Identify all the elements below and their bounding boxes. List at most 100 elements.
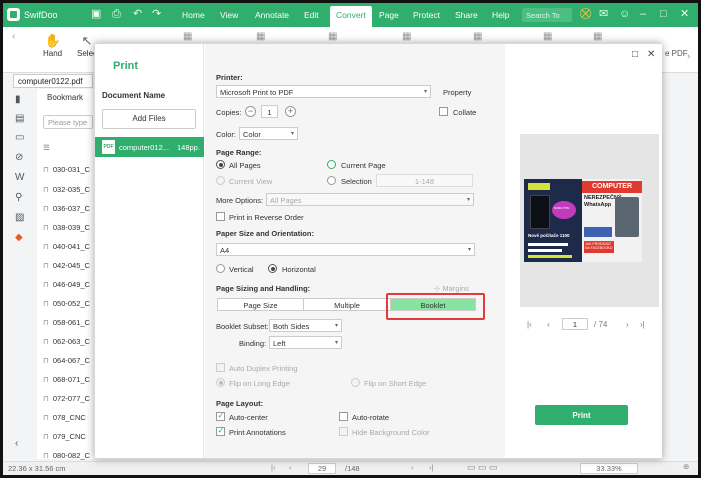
chevron-right-icon[interactable]: ›	[687, 51, 690, 62]
decrease-copies-button[interactable]: −	[245, 106, 256, 117]
menu-view[interactable]: View	[220, 10, 238, 20]
hide-background-checkbox[interactable]	[339, 427, 348, 436]
maximize-icon[interactable]: □	[632, 49, 638, 60]
cart-icon[interactable]: ⛒	[580, 8, 591, 21]
list-item[interactable]: ⊓ 068-071_C	[43, 375, 90, 384]
zoom-in-icon[interactable]: ⊕	[683, 462, 689, 471]
print-icon[interactable]: ⎙	[112, 8, 121, 21]
list-item[interactable]: ⊓ 078_CNC	[43, 413, 86, 422]
search-input[interactable]: Search To	[522, 8, 572, 22]
zoom-input[interactable]: 33.33%	[580, 463, 638, 474]
list-item[interactable]: ⊓ 042-045_C	[43, 261, 90, 270]
list-item[interactable]: ⊓ 032-035_C	[43, 185, 90, 194]
vertical-radio[interactable]	[216, 264, 225, 273]
first-page-icon[interactable]: |‹	[527, 320, 532, 329]
title-bar: SwifDoo ▣ ⎙ ↶ ↷ Home View Annotate Edit …	[3, 3, 698, 27]
gift-icon[interactable]: ◆	[15, 232, 23, 243]
search-icon[interactable]: ⚲	[15, 192, 22, 203]
file-tab[interactable]: computer0122.pdf	[13, 74, 93, 88]
menu-convert[interactable]: Convert	[330, 6, 372, 27]
flip-short-radio[interactable]	[351, 378, 360, 387]
reverse-order-checkbox[interactable]	[216, 212, 225, 221]
list-item[interactable]: ⊓ 038-039_C	[43, 223, 90, 232]
last-page-icon[interactable]: ›|	[640, 320, 645, 329]
menu-share[interactable]: Share	[455, 10, 478, 20]
preview-page-input[interactable]: 1	[562, 318, 588, 330]
mail-icon[interactable]: ✉	[599, 8, 608, 21]
menu-home[interactable]: Home	[182, 10, 205, 20]
close-icon[interactable]: ✕	[680, 8, 689, 21]
collate-checkbox[interactable]	[439, 107, 448, 116]
print-annotations-checkbox[interactable]	[216, 426, 225, 436]
hand-tool[interactable]: ✋ Hand	[43, 33, 62, 58]
color-label: Color:	[216, 130, 237, 139]
redo-icon[interactable]: ↷	[152, 8, 161, 21]
auto-duplex-checkbox[interactable]	[216, 363, 225, 372]
list-item[interactable]: ⊓ 064-067_C	[43, 356, 90, 365]
color-select[interactable]: Color ▾	[239, 127, 298, 140]
page-number-input[interactable]: 29	[308, 463, 336, 474]
margins-link[interactable]: ⊹ Margins	[434, 284, 469, 293]
list-item[interactable]: ⊓ 046-049_C	[43, 280, 90, 289]
bookmark-icon[interactable]: ▮	[15, 94, 21, 105]
maximize-icon[interactable]: □	[660, 8, 667, 21]
attachment-icon[interactable]: ⊘	[15, 152, 23, 163]
next-page-icon[interactable]: ›	[626, 320, 629, 329]
menu-annotate[interactable]: Annotate	[255, 10, 289, 20]
list-item[interactable]: ⊓ 072-077_C	[43, 394, 90, 403]
minimize-icon[interactable]: –	[640, 8, 646, 21]
auto-rotate-checkbox[interactable]	[339, 412, 348, 421]
binding-select[interactable]: Left ▾	[269, 336, 342, 349]
next-page-icon[interactable]: ›	[411, 463, 414, 472]
list-item[interactable]: ⊓ 079_CNC	[43, 432, 86, 441]
printer-select[interactable]: Microsoft Print to PDF ▾	[216, 85, 431, 98]
account-icon[interactable]: ☺	[619, 8, 630, 21]
bookmark-toolbar-icon[interactable]: ☰	[43, 143, 50, 152]
menu-page[interactable]: Page	[379, 10, 399, 20]
all-pages-radio[interactable]	[216, 160, 225, 169]
bookmark-search-input[interactable]: Please type	[43, 115, 93, 129]
booklet-subset-select[interactable]: Both Sides ▾	[269, 319, 342, 332]
more-options-select[interactable]: All Pages ▾	[266, 193, 474, 206]
selection-radio[interactable]	[327, 176, 336, 185]
view-mode-icon[interactable]: ▭ ▭ ▭	[467, 462, 498, 473]
menu-edit[interactable]: Edit	[304, 10, 319, 20]
menu-help[interactable]: Help	[492, 10, 509, 20]
hand-icon: ✋	[44, 33, 61, 48]
save-icon[interactable]: ▣	[91, 8, 101, 21]
flip-long-radio[interactable]	[216, 378, 225, 387]
list-item[interactable]: ⊓ 040-041_C	[43, 242, 90, 251]
list-item[interactable]: ⊓ 030-031_C	[43, 165, 90, 174]
current-view-radio[interactable]	[216, 176, 225, 185]
comment-icon[interactable]: ▭	[15, 132, 24, 143]
property-link[interactable]: Property	[443, 88, 471, 97]
page-size-tab[interactable]: Page Size	[218, 299, 304, 310]
add-files-button[interactable]: Add Files	[102, 109, 196, 129]
page-range-input[interactable]: 1-148	[376, 174, 473, 187]
close-icon[interactable]: ✕	[647, 49, 655, 60]
word-icon[interactable]: W	[15, 172, 24, 183]
prev-page-icon[interactable]: ‹	[547, 320, 550, 329]
auto-center-checkbox[interactable]	[216, 411, 225, 421]
copies-input[interactable]: 1	[261, 105, 278, 118]
multiple-tab[interactable]: Multiple	[304, 299, 391, 310]
collapse-icon[interactable]: ‹	[15, 438, 18, 449]
print-button[interactable]: Print	[535, 405, 628, 425]
prev-page-icon[interactable]: ‹	[289, 463, 292, 472]
horizontal-radio[interactable]	[268, 264, 277, 273]
image-icon[interactable]: ▨	[15, 212, 24, 223]
list-item[interactable]: ⊓ 050-052_C	[43, 299, 90, 308]
document-list-item[interactable]: PDF computer012... 148pp.	[95, 137, 204, 157]
paper-size-select[interactable]: A4 ▾	[216, 243, 475, 256]
thumbnail-icon[interactable]: ▤	[15, 113, 24, 124]
list-item[interactable]: ⊓ 062-063_C	[43, 337, 90, 346]
current-page-radio[interactable]	[327, 160, 336, 169]
first-page-icon[interactable]: |‹	[271, 463, 275, 472]
list-item[interactable]: ⊓ 080-082_C	[43, 451, 90, 460]
increase-copies-button[interactable]: +	[285, 106, 296, 117]
last-page-icon[interactable]: ›|	[429, 463, 433, 472]
list-item[interactable]: ⊓ 036-037_C	[43, 204, 90, 213]
undo-icon[interactable]: ↶	[133, 8, 142, 21]
list-item[interactable]: ⊓ 058-061_C	[43, 318, 90, 327]
menu-protect[interactable]: Protect	[413, 10, 440, 20]
